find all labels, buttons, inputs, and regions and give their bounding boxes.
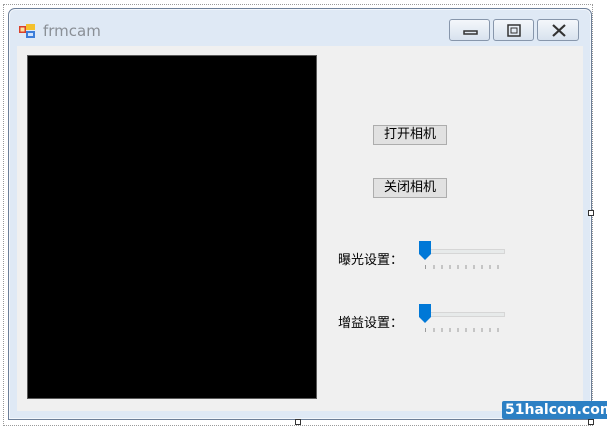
form-client-area: 打开相机 关闭相机 曝光设置： 增益设置： (17, 46, 583, 411)
exposure-slider-thumb[interactable] (419, 241, 431, 260)
close-camera-button[interactable]: 关闭相机 (373, 178, 447, 198)
minimize-button[interactable] (449, 19, 490, 41)
form-window: frmcam 打开相机 关闭相机 曝光设置： 增益设置： (8, 8, 592, 420)
app-icon (19, 23, 36, 38)
exposure-slider-track[interactable] (425, 249, 505, 254)
gain-slider-ticks (425, 328, 499, 332)
gain-slider[interactable] (419, 302, 505, 332)
gain-label: 增益设置： (338, 316, 404, 331)
gain-slider-thumb[interactable] (419, 304, 431, 323)
resize-handle-right[interactable] (588, 210, 594, 216)
resize-handle-corner[interactable] (588, 419, 594, 425)
close-icon (552, 24, 566, 37)
exposure-slider[interactable] (419, 239, 505, 269)
window-title: frmcam (43, 22, 101, 40)
maximize-icon (507, 24, 521, 37)
resize-handle-bottom[interactable] (295, 419, 301, 425)
exposure-slider-ticks (425, 265, 499, 269)
watermark-text: 51halcon.com (502, 401, 607, 419)
exposure-label: 曝光设置： (338, 253, 404, 268)
camera-preview (28, 56, 316, 398)
gain-slider-track[interactable] (425, 312, 505, 317)
close-button[interactable] (537, 19, 579, 41)
title-bar[interactable]: frmcam (9, 9, 591, 45)
open-camera-button[interactable]: 打开相机 (373, 125, 447, 145)
minimize-icon (463, 30, 478, 35)
maximize-button[interactable] (493, 19, 534, 41)
